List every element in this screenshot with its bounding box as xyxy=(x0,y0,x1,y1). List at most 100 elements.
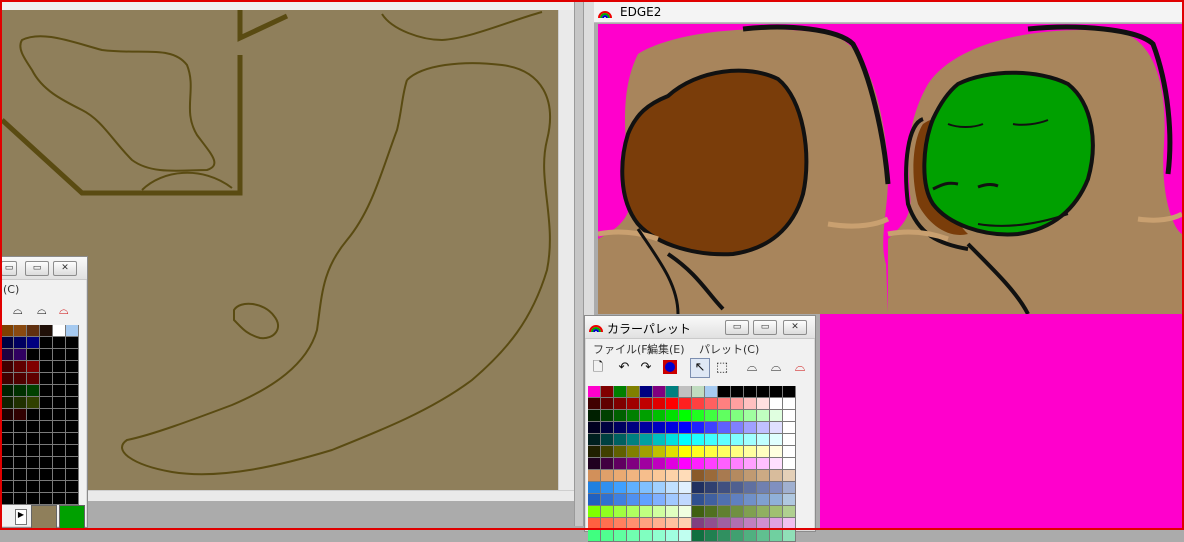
color-swatch[interactable] xyxy=(640,422,653,434)
color-swatch[interactable] xyxy=(666,410,679,422)
color-swatch[interactable] xyxy=(601,398,614,410)
color-swatch[interactable] xyxy=(614,446,627,458)
color-swatch[interactable] xyxy=(1,337,14,349)
color-swatch[interactable] xyxy=(692,482,705,494)
color-swatch[interactable] xyxy=(718,434,731,446)
color-swatch[interactable] xyxy=(757,422,770,434)
color-swatch[interactable] xyxy=(601,434,614,446)
color-swatch[interactable] xyxy=(653,470,666,482)
color-swatch[interactable] xyxy=(66,349,79,361)
color-swatch[interactable] xyxy=(27,361,40,373)
color-swatch[interactable] xyxy=(718,494,731,506)
color-swatch[interactable] xyxy=(679,494,692,506)
color-swatch[interactable] xyxy=(666,458,679,470)
color-swatch[interactable] xyxy=(705,482,718,494)
color-swatch[interactable] xyxy=(53,397,66,409)
color-swatch[interactable] xyxy=(640,518,653,530)
delete-icon[interactable]: ⌓ xyxy=(791,359,809,377)
color-swatch[interactable] xyxy=(1,469,14,481)
color-swatch[interactable] xyxy=(53,493,66,505)
color-swatch[interactable] xyxy=(757,410,770,422)
color-swatch[interactable] xyxy=(692,446,705,458)
color-swatch[interactable] xyxy=(731,494,744,506)
color-swatch[interactable] xyxy=(679,482,692,494)
color-swatch[interactable] xyxy=(731,506,744,518)
color-swatch[interactable] xyxy=(53,325,66,337)
color-swatch[interactable] xyxy=(705,518,718,530)
color-swatch[interactable] xyxy=(66,433,79,445)
color-swatch[interactable] xyxy=(1,409,14,421)
color-swatch[interactable] xyxy=(1,385,14,397)
color-swatch[interactable] xyxy=(653,518,666,530)
color-swatch[interactable] xyxy=(588,422,601,434)
color-swatch[interactable] xyxy=(627,506,640,518)
color-swatch[interactable] xyxy=(614,518,627,530)
color-swatch[interactable] xyxy=(614,410,627,422)
redo-icon[interactable]: ↷ xyxy=(637,359,655,377)
color-swatch[interactable] xyxy=(718,458,731,470)
color-swatch[interactable] xyxy=(705,422,718,434)
color-swatch[interactable] xyxy=(14,325,27,337)
paste-icon[interactable]: ⌓ xyxy=(37,303,57,321)
color-swatch[interactable] xyxy=(14,373,27,385)
color-swatch[interactable] xyxy=(27,373,40,385)
color-swatch[interactable] xyxy=(731,470,744,482)
color-swatch[interactable] xyxy=(783,422,796,434)
color-swatch[interactable] xyxy=(627,470,640,482)
color-swatch[interactable] xyxy=(770,434,783,446)
color-swatch[interactable] xyxy=(705,434,718,446)
color-swatch[interactable] xyxy=(666,518,679,530)
color-swatch[interactable] xyxy=(14,409,27,421)
color-swatch[interactable] xyxy=(40,433,53,445)
color-swatch[interactable] xyxy=(666,470,679,482)
color-swatch[interactable] xyxy=(53,385,66,397)
color-swatch[interactable] xyxy=(718,518,731,530)
color-swatch[interactable] xyxy=(640,470,653,482)
color-swatch[interactable] xyxy=(1,481,14,493)
color-swatch[interactable] xyxy=(1,421,14,433)
color-swatch[interactable] xyxy=(757,482,770,494)
color-swatch[interactable] xyxy=(614,494,627,506)
color-swatch[interactable] xyxy=(640,446,653,458)
color-swatch[interactable] xyxy=(1,325,14,337)
color-swatch[interactable] xyxy=(14,421,27,433)
menu-file[interactable]: ファイル(F) xyxy=(593,341,652,357)
color-swatch[interactable] xyxy=(757,386,770,398)
color-swatch[interactable] xyxy=(770,386,783,398)
color-swatch[interactable] xyxy=(27,409,40,421)
color-swatch[interactable] xyxy=(783,458,796,470)
color-swatch[interactable] xyxy=(14,349,27,361)
color-swatch[interactable] xyxy=(588,398,601,410)
color-swatch[interactable] xyxy=(66,457,79,469)
color-swatch[interactable] xyxy=(66,361,79,373)
color-swatch[interactable] xyxy=(614,458,627,470)
color-swatch[interactable] xyxy=(1,373,14,385)
delete-icon[interactable]: ⌓ xyxy=(59,303,79,321)
color-swatch[interactable] xyxy=(588,410,601,422)
color-swatch[interactable] xyxy=(1,361,14,373)
color-swatch[interactable] xyxy=(627,410,640,422)
edge2-titlebar[interactable]: EDGE2 xyxy=(594,2,1182,23)
color-swatch[interactable] xyxy=(640,386,653,398)
color-swatch[interactable] xyxy=(653,398,666,410)
color-swatch[interactable] xyxy=(783,518,796,530)
color-swatch[interactable] xyxy=(783,434,796,446)
color-swatch[interactable] xyxy=(627,518,640,530)
color-swatch[interactable] xyxy=(783,410,796,422)
color-swatch[interactable] xyxy=(627,530,640,542)
color-swatch[interactable] xyxy=(731,446,744,458)
foreground-color-swatch[interactable] xyxy=(31,505,57,529)
color-swatch[interactable] xyxy=(588,506,601,518)
color-swatch[interactable] xyxy=(783,398,796,410)
color-swatch[interactable] xyxy=(744,518,757,530)
menu-palette[interactable]: パレット(C) xyxy=(699,341,759,357)
color-swatch[interactable] xyxy=(588,458,601,470)
color-swatch[interactable] xyxy=(40,421,53,433)
color-swatch[interactable] xyxy=(53,421,66,433)
color-swatch[interactable] xyxy=(692,530,705,542)
color-swatch[interactable] xyxy=(14,445,27,457)
color-swatch[interactable] xyxy=(614,386,627,398)
color-swatch[interactable] xyxy=(53,457,66,469)
color-swatch[interactable] xyxy=(27,493,40,505)
color-swatch[interactable] xyxy=(640,458,653,470)
